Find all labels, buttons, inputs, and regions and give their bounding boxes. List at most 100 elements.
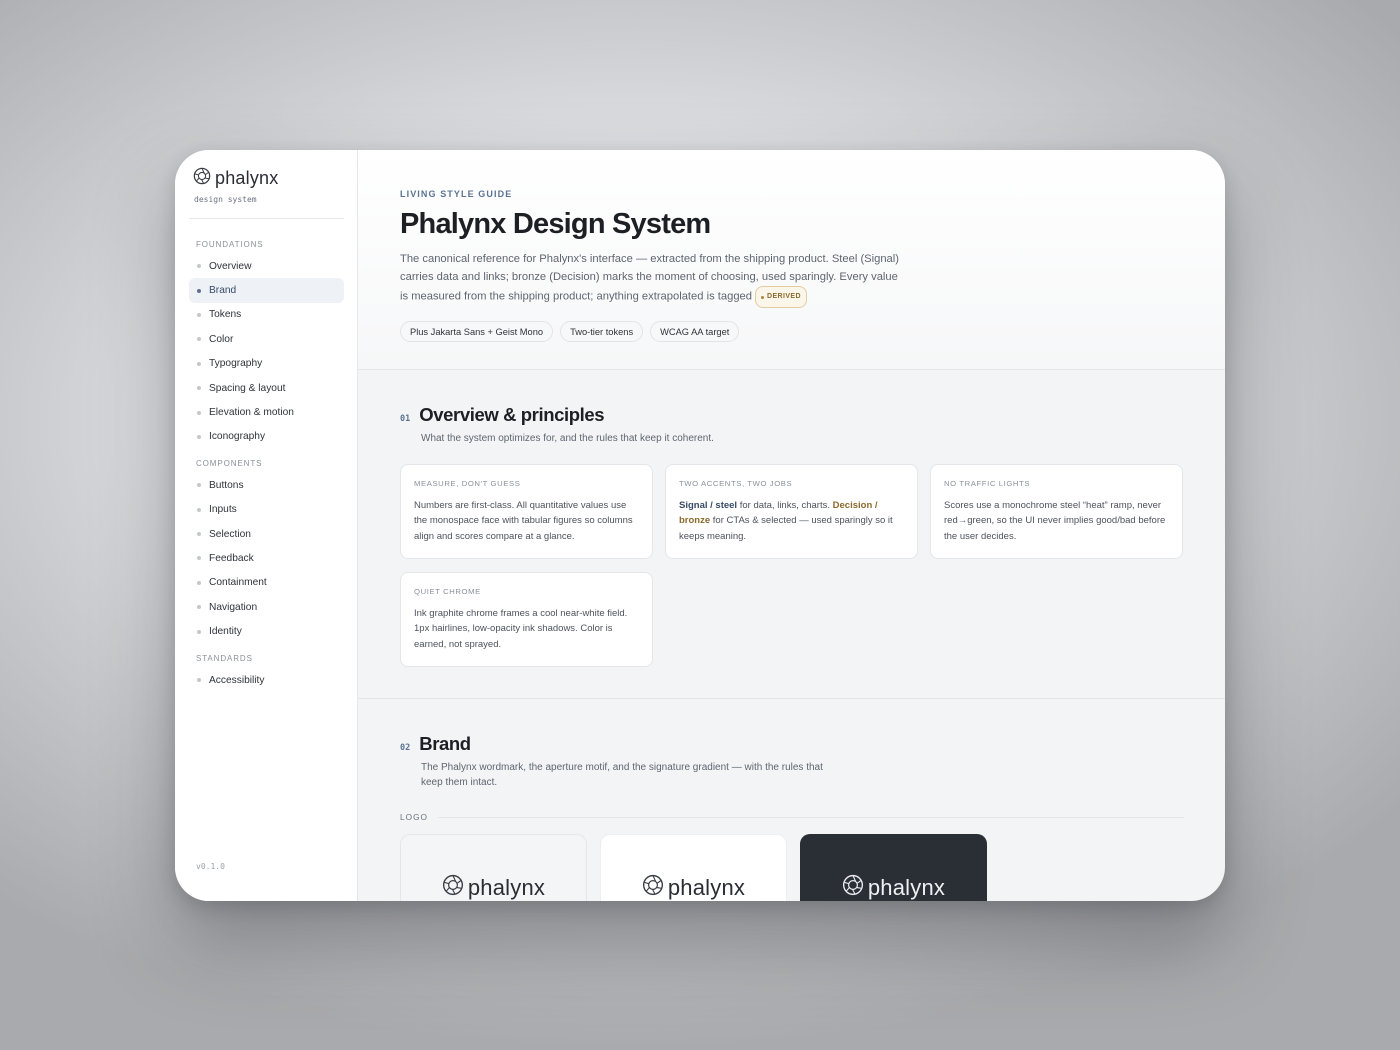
hero-chips: Plus Jakarta Sans + Geist Mono Two-tier …	[400, 321, 1225, 342]
section-overview: 01 Overview & principles What the system…	[358, 370, 1225, 699]
hero-eyebrow: LIVING STYLE GUIDE	[400, 189, 513, 199]
brand-logo[interactable]: phalynx	[189, 167, 344, 190]
sidebar-item-label: Identity	[209, 626, 242, 638]
bullet-dot	[197, 434, 201, 439]
section-heading: 01 Overview & principles	[400, 404, 1225, 426]
section-title: Brand	[419, 733, 471, 754]
sidebar-item-label: Typography	[209, 358, 263, 370]
sidebar-item-label: Iconography	[209, 431, 266, 443]
badge-dot	[761, 295, 764, 299]
sidebar-item-label: Inputs	[209, 504, 237, 516]
sidebar-item-iconography[interactable]: Iconography	[189, 425, 344, 449]
sidebar-item-label: Containment	[209, 577, 267, 589]
bullet-dot	[197, 288, 201, 293]
logo-wordmark: phalynx	[467, 874, 546, 900]
sidebar-item-tokens[interactable]: Tokens	[189, 303, 344, 327]
bullet-dot	[197, 337, 201, 342]
sidebar-item-typography[interactable]: Typography	[189, 352, 344, 376]
sidebar-item-identity[interactable]: Identity	[189, 619, 344, 643]
sidebar-item-spacing[interactable]: Spacing & layout	[189, 376, 344, 400]
bullet-dot	[197, 264, 201, 269]
sidebar-item-label: Accessibility	[209, 674, 265, 686]
card-body: Ink graphite chrome frames a cool near-w…	[414, 608, 628, 650]
nav-group-label: FOUNDATIONS	[196, 240, 264, 249]
sidebar-item-label: Overview	[209, 260, 252, 272]
section-brand: 02 Brand The Phalynx wordmark, the apert…	[358, 699, 1225, 901]
bullet-dot	[197, 556, 201, 561]
card-body-text: for data, links, charts.	[737, 500, 833, 511]
chip-tokens: Two-tier tokens	[560, 321, 644, 342]
sidebar-item-label: Tokens	[209, 309, 242, 321]
sidebar-item-inputs[interactable]: Inputs	[189, 498, 344, 522]
section-number: 02	[400, 743, 411, 753]
sidebar-item-label: Feedback	[209, 552, 254, 564]
logo-wordmark: phalynx	[667, 874, 746, 900]
bullet-dot	[197, 629, 201, 634]
chip-wcag: WCAG AA target	[650, 321, 740, 342]
sidebar-item-label: Buttons	[209, 479, 244, 491]
sidebar-item-color[interactable]: Color	[189, 327, 344, 351]
app-window: phalynx design system FOUNDATIONS Overvi…	[175, 150, 1225, 901]
section-description: What the system optimizes for, and the r…	[421, 433, 714, 444]
sidebar-item-navigation[interactable]: Navigation	[189, 595, 344, 619]
sidebar-item-label: Elevation & motion	[209, 407, 294, 419]
logo-tile-light: phalynx	[400, 834, 587, 901]
bullet-dot	[197, 532, 201, 537]
logo-tile-dark: phalynx	[800, 834, 987, 901]
card-body-text: for CTAs & selected — used sparingly so …	[679, 515, 893, 542]
card-body: Numbers are first-class. All quantitativ…	[414, 500, 633, 542]
card-body: Scores use a monochrome steel “heat” ram…	[944, 500, 1166, 542]
principle-card: TWO ACCENTS, TWO JOBS Signal / steel for…	[665, 464, 918, 559]
card-body: Signal / steel for data, links, charts. …	[679, 498, 904, 544]
sidebar-item-containment[interactable]: Containment	[189, 571, 344, 595]
hero: LIVING STYLE GUIDE Phalynx Design System…	[358, 150, 1225, 370]
sidebar-item-accessibility[interactable]: Accessibility	[189, 668, 344, 692]
bullet-dot	[197, 605, 201, 610]
logo-wordmark: phalynx	[867, 874, 946, 900]
sidebar-item-label: Navigation	[209, 601, 258, 613]
bullet-dot	[197, 361, 201, 366]
card-label: TWO ACCENTS, TWO JOBS	[679, 479, 793, 488]
sidebar-item-label: Color	[209, 333, 234, 345]
principle-card: MEASURE, DON'T GUESS Numbers are first-c…	[400, 464, 653, 559]
sidebar-item-elevation[interactable]: Elevation & motion	[189, 400, 344, 424]
bullet-dot	[197, 312, 201, 317]
principle-card: QUIET CHROME Ink graphite chrome frames …	[400, 572, 653, 667]
nav-group-label: STANDARDS	[196, 653, 253, 663]
divider	[437, 816, 1184, 818]
sidebar-item-feedback[interactable]: Feedback	[189, 546, 344, 570]
aperture-icon	[642, 874, 664, 901]
sidebar-item-label: Selection	[209, 528, 251, 540]
sidebar-item-buttons[interactable]: Buttons	[189, 473, 344, 497]
sidebar-item-label: Spacing & layout	[209, 382, 286, 394]
bullet-dot	[197, 678, 201, 683]
chip-fonts: Plus Jakarta Sans + Geist Mono	[400, 321, 554, 342]
derived-badge-label: DERIVED	[767, 293, 801, 300]
card-label: MEASURE, DON'T GUESS	[414, 479, 521, 488]
bullet-dot	[197, 507, 201, 512]
sidebar-item-label: Brand	[209, 285, 237, 297]
hero-lead: The canonical reference for Phalynx's in…	[400, 250, 900, 308]
logo-subheading: LOGO	[400, 812, 1184, 822]
sidebar-divider	[189, 218, 344, 219]
logo-tiles: phalynx phalynx phalynx	[400, 834, 1225, 901]
logo-tile-white: phalynx	[600, 834, 787, 901]
brand-subtitle: design system	[194, 195, 257, 204]
sidebar-item-overview[interactable]: Overview	[189, 254, 344, 278]
section-title: Overview & principles	[419, 404, 605, 425]
bullet-dot	[197, 483, 201, 488]
sidebar: phalynx design system FOUNDATIONS Overvi…	[175, 150, 358, 901]
main-content: LIVING STYLE GUIDE Phalynx Design System…	[358, 150, 1225, 901]
card-label: QUIET CHROME	[414, 587, 481, 596]
bullet-dot	[197, 410, 201, 415]
bullet-dot	[197, 580, 201, 585]
sidebar-item-brand[interactable]: Brand	[189, 278, 344, 303]
nav-group-label: COMPONENTS	[196, 459, 263, 469]
principle-card: NO TRAFFIC LIGHTS Scores use a monochrom…	[930, 464, 1183, 559]
section-heading: 02 Brand	[400, 733, 1225, 755]
sidebar-item-selection[interactable]: Selection	[189, 522, 344, 546]
page-title: Phalynx Design System	[400, 208, 711, 240]
logo-label: LOGO	[400, 812, 428, 822]
hero-lead-text: The canonical reference for Phalynx's in…	[400, 253, 899, 303]
aperture-icon	[193, 167, 211, 190]
